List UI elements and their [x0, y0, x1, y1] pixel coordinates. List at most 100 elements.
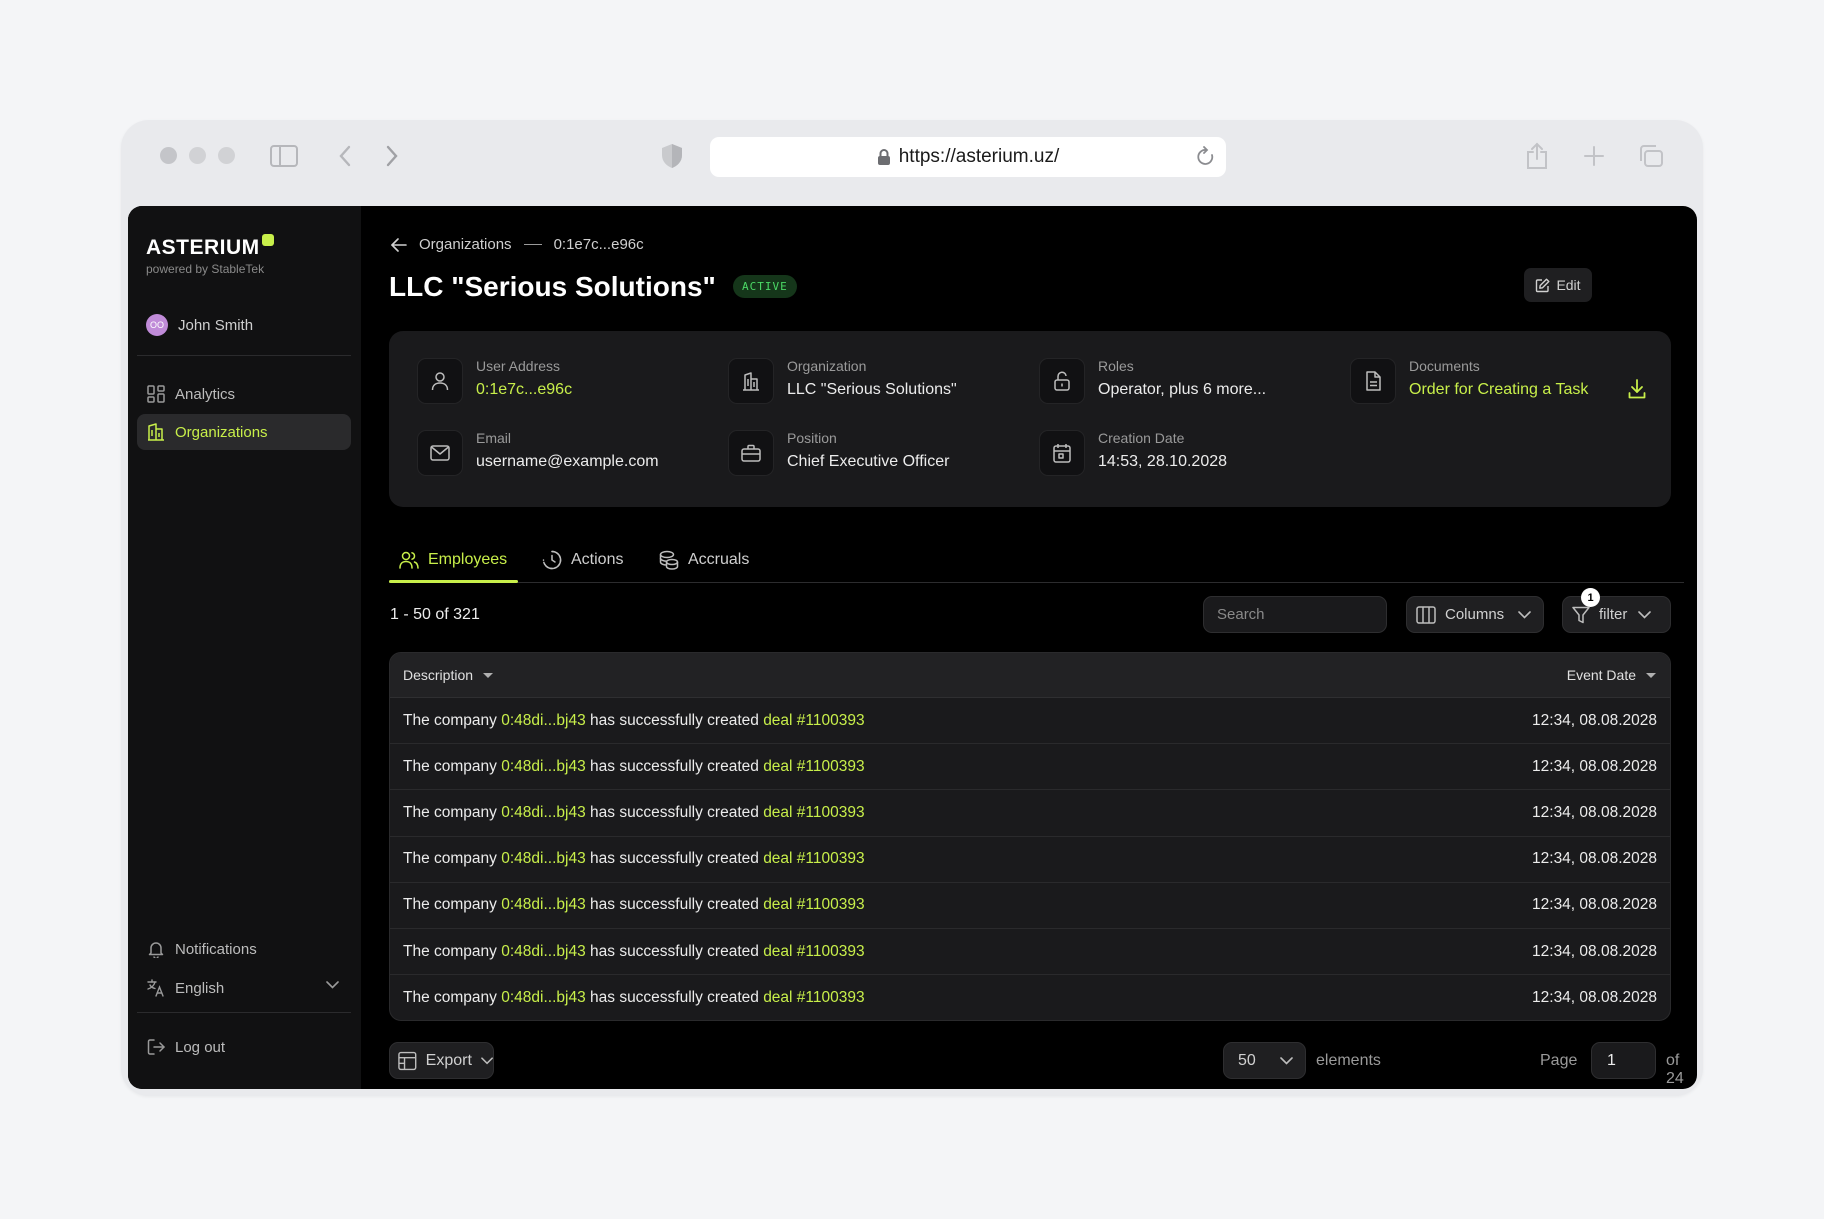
- sidebar-toggle-icon[interactable]: [266, 138, 302, 174]
- row-middle: has successfully created: [590, 757, 759, 775]
- deal-link[interactable]: deal #1100393: [763, 850, 864, 867]
- deal-link[interactable]: deal #1100393: [763, 758, 864, 775]
- user-address-link[interactable]: 0:1e7c...e96c: [476, 381, 572, 399]
- briefcase-icon: [728, 430, 774, 476]
- forward-icon[interactable]: [374, 138, 410, 174]
- status-badge: ACTIVE: [733, 275, 797, 298]
- page-size-select[interactable]: 50: [1223, 1042, 1306, 1079]
- row-description: The company 0:48di...bj43 has successful…: [403, 989, 865, 1007]
- row-middle: has successfully created: [590, 896, 759, 914]
- elements-label: elements: [1316, 1052, 1381, 1069]
- brand-logo[interactable]: ASTERIUM: [146, 234, 274, 260]
- page-number-input[interactable]: 1: [1591, 1042, 1656, 1079]
- table-row[interactable]: The company 0:48di...bj43 has successful…: [390, 698, 1670, 745]
- table-row[interactable]: The company 0:48di...bj43 has successful…: [390, 744, 1670, 791]
- filter-icon: [1572, 606, 1590, 623]
- columns-button[interactable]: Columns: [1406, 596, 1544, 633]
- logout-label: Log out: [175, 1038, 226, 1056]
- tab-accruals[interactable]: Accruals: [659, 536, 749, 583]
- sidebar-divider: [137, 355, 351, 356]
- tabs-overview-icon[interactable]: [1633, 138, 1669, 174]
- user-profile[interactable]: OO John Smith: [146, 314, 253, 336]
- row-prefix: The company: [403, 850, 497, 868]
- results-count: 1 - 50 of 321: [390, 606, 480, 623]
- table-row[interactable]: The company 0:48di...bj43 has successful…: [390, 975, 1670, 1020]
- close-window-button[interactable]: [160, 147, 177, 164]
- events-table: Description Event Date The company 0:48d…: [389, 652, 1671, 1021]
- column-header-label: Event Date: [1566, 667, 1636, 683]
- edit-button[interactable]: Edit: [1524, 268, 1592, 302]
- deal-link[interactable]: deal #1100393: [763, 712, 864, 729]
- history-icon: [542, 550, 562, 569]
- company-link[interactable]: 0:48di...bj43: [501, 943, 585, 960]
- users-icon: [399, 551, 419, 569]
- logout-button[interactable]: Log out: [137, 1029, 351, 1065]
- deal-link[interactable]: deal #1100393: [763, 896, 864, 913]
- pencil-icon: [1536, 278, 1550, 292]
- sidebar-item-analytics[interactable]: Analytics: [137, 376, 351, 412]
- company-link[interactable]: 0:48di...bj43: [501, 758, 585, 775]
- row-prefix: The company: [403, 989, 497, 1007]
- column-header-description[interactable]: Description: [403, 667, 494, 683]
- shield-icon[interactable]: [654, 138, 690, 174]
- table-row[interactable]: The company 0:48di...bj43 has successful…: [390, 883, 1670, 929]
- deal-link[interactable]: deal #1100393: [763, 943, 864, 960]
- breadcrumb-organizations[interactable]: Organizations: [419, 236, 512, 253]
- page-size-value: 50: [1238, 1051, 1256, 1069]
- chevron-down-icon: [1518, 610, 1531, 619]
- documents-label: Documents: [1409, 358, 1480, 374]
- company-link[interactable]: 0:48di...bj43: [501, 989, 585, 1006]
- email-field: Email username@example.com: [417, 430, 659, 476]
- table-row[interactable]: The company 0:48di...bj43 has successful…: [390, 790, 1670, 837]
- new-tab-icon[interactable]: [1576, 138, 1612, 174]
- column-header-event-date[interactable]: Event Date: [1567, 667, 1656, 683]
- row-description: The company 0:48di...bj43 has successful…: [403, 712, 865, 730]
- back-arrow-icon[interactable]: [391, 237, 407, 252]
- back-icon[interactable]: [327, 138, 363, 174]
- grid-icon: [147, 385, 165, 403]
- roles-value[interactable]: Operator, plus 6 more...: [1098, 381, 1266, 399]
- logout-icon: [147, 1039, 165, 1055]
- table-row[interactable]: The company 0:48di...bj43 has successful…: [390, 929, 1670, 976]
- reload-icon[interactable]: [1196, 146, 1216, 168]
- position-value: Chief Executive Officer: [787, 453, 950, 470]
- row-event-date: 12:34, 08.08.2028: [1532, 989, 1657, 1007]
- filter-button[interactable]: filter: [1562, 596, 1671, 633]
- address-bar[interactable]: https://asterium.uz/: [710, 137, 1226, 177]
- mail-icon: [417, 430, 463, 476]
- deal-link[interactable]: deal #1100393: [763, 804, 864, 821]
- share-icon[interactable]: [1519, 138, 1555, 174]
- document-link[interactable]: Order for Creating a Task: [1409, 381, 1588, 399]
- tab-label: Actions: [571, 550, 624, 568]
- tab-actions[interactable]: Actions: [542, 536, 623, 583]
- tab-employees[interactable]: Employees: [399, 536, 507, 583]
- download-icon[interactable]: [1628, 379, 1646, 399]
- minimize-window-button[interactable]: [189, 147, 206, 164]
- column-header-label: Description: [403, 667, 474, 683]
- export-label: Export: [425, 1051, 472, 1069]
- table-export-icon: [398, 1051, 417, 1070]
- roles-field: Roles Operator, plus 6 more...: [1039, 358, 1266, 404]
- creation-date-value: 14:53, 28.10.2028: [1098, 453, 1228, 470]
- row-event-date: 12:34, 08.08.2028: [1532, 850, 1657, 868]
- maximize-window-button[interactable]: [218, 147, 235, 164]
- company-link[interactable]: 0:48di...bj43: [501, 850, 585, 867]
- active-tab-indicator: [389, 580, 518, 583]
- export-button[interactable]: Export: [389, 1042, 494, 1079]
- sidebar-item-organizations[interactable]: Organizations: [137, 414, 351, 450]
- brand-subtitle: powered by StableTek: [146, 262, 265, 276]
- deal-link[interactable]: deal #1100393: [763, 989, 864, 1006]
- roles-label: Roles: [1098, 358, 1134, 374]
- language-select[interactable]: English: [137, 970, 351, 1006]
- user-address-label: User Address: [476, 358, 561, 374]
- search-input[interactable]: Search: [1203, 596, 1387, 633]
- company-link[interactable]: 0:48di...bj43: [501, 804, 585, 821]
- company-link[interactable]: 0:48di...bj43: [501, 896, 585, 913]
- row-middle: has successfully created: [590, 850, 759, 868]
- company-link[interactable]: 0:48di...bj43: [501, 712, 585, 729]
- organization-field: Organization LLC "Serious Solutions": [728, 358, 957, 404]
- sidebar-item-notifications[interactable]: Notifications: [137, 931, 351, 967]
- calendar-icon: [1039, 430, 1085, 476]
- table-row[interactable]: The company 0:48di...bj43 has successful…: [390, 837, 1670, 883]
- total-pages-label: of 24: [1666, 1052, 1684, 1087]
